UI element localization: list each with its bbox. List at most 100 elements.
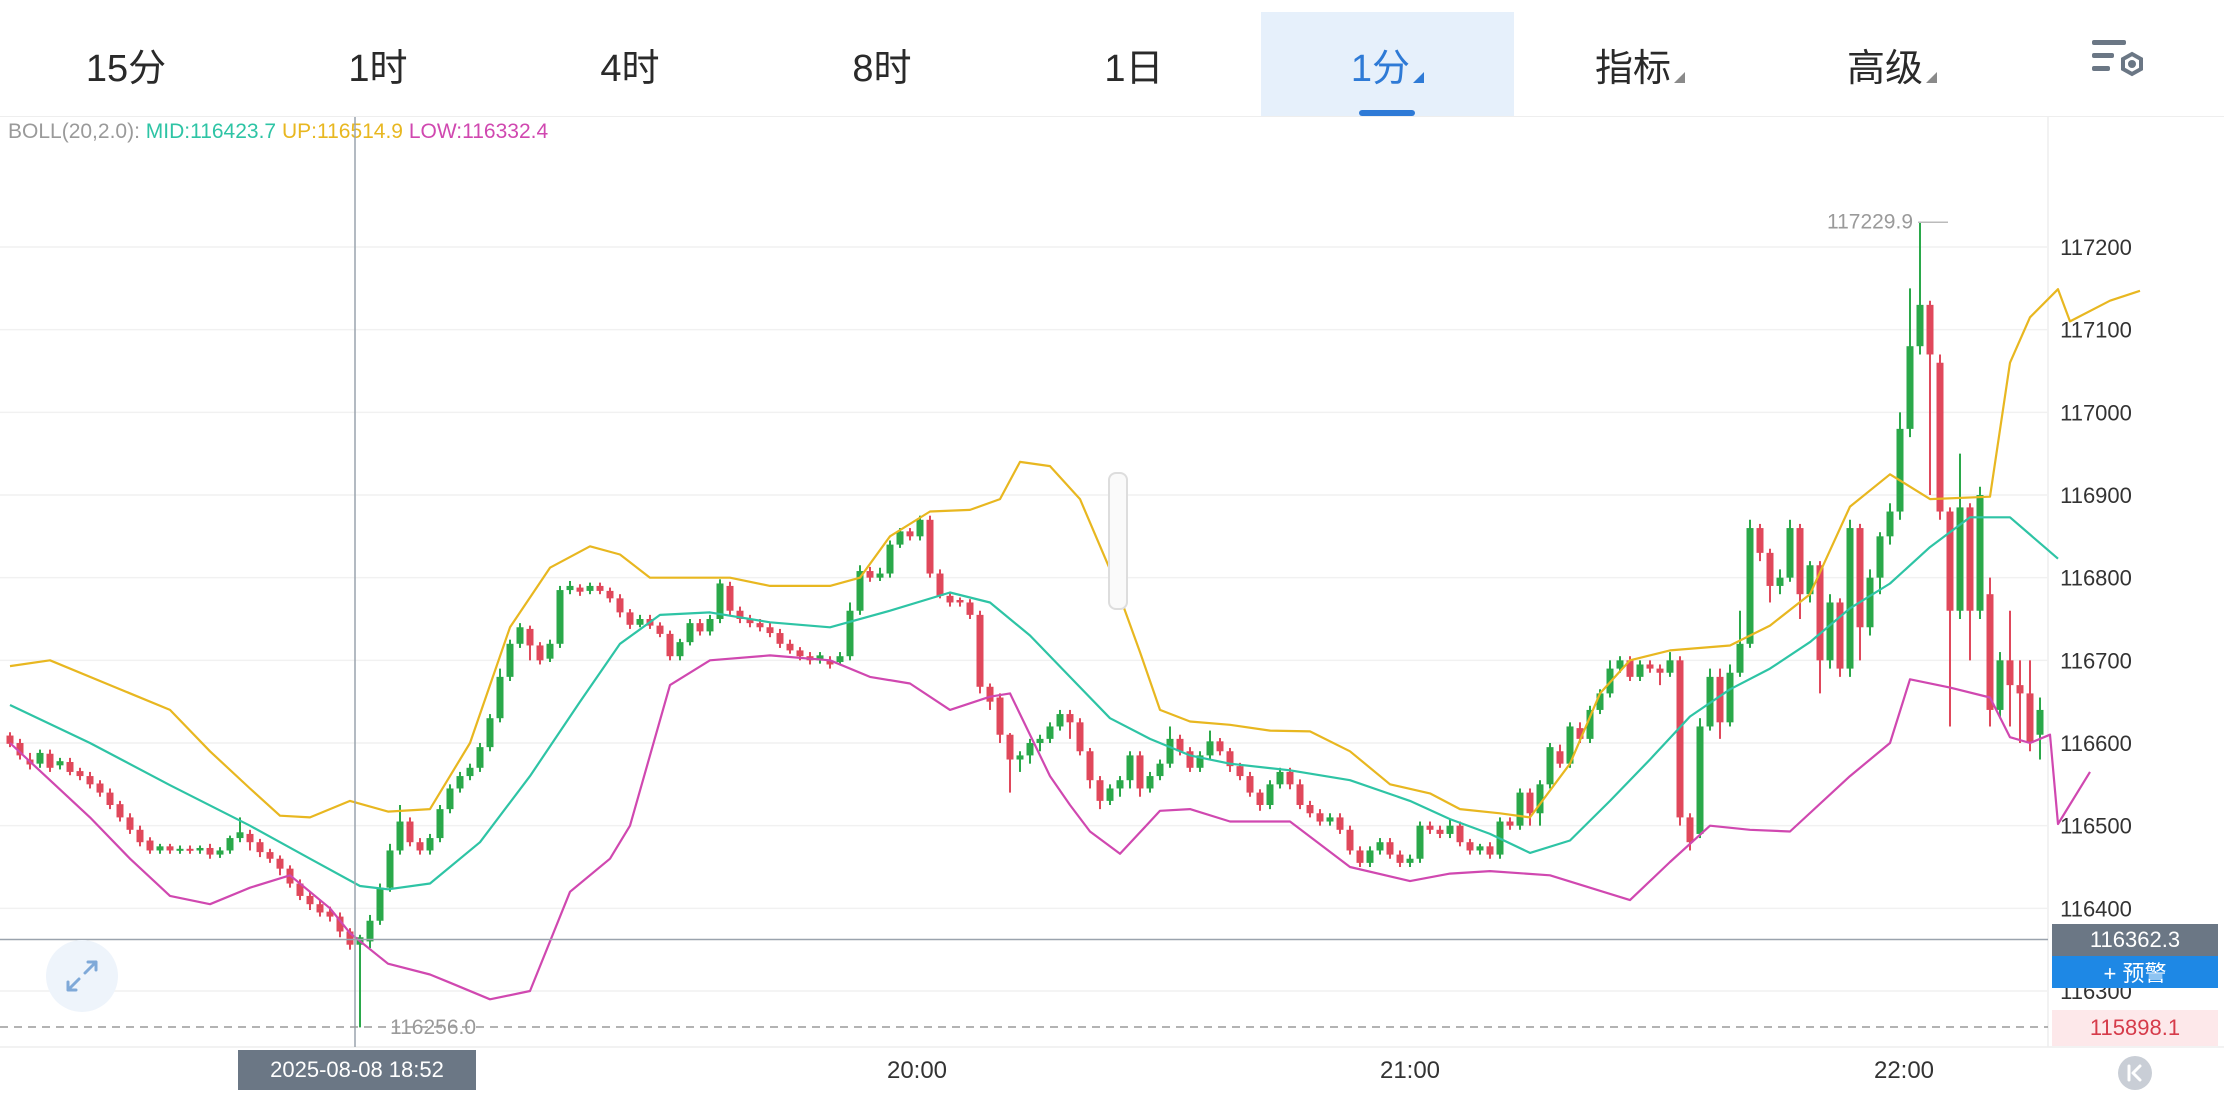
candle-body [1756, 528, 1764, 553]
candle-body [1746, 528, 1754, 644]
scroll-to-latest-icon[interactable] [2118, 1056, 2152, 1090]
tab-15m[interactable]: 15分 [0, 12, 252, 116]
candle-body [1856, 528, 1864, 628]
candle-body [786, 643, 794, 651]
candle-body [1216, 741, 1224, 752]
candle-body [1446, 825, 1454, 834]
candle-body [896, 531, 904, 545]
price-tick-label: 117100 [2060, 318, 2132, 343]
candle-body [1076, 722, 1084, 752]
candle-body [626, 612, 634, 625]
candle-body [2036, 709, 2044, 735]
candle-body [1086, 751, 1094, 781]
candle-body [556, 590, 564, 644]
candle-body [1406, 858, 1414, 863]
candle-body [116, 804, 124, 818]
candle-body [1066, 714, 1074, 723]
candle-body [1476, 846, 1484, 851]
candle-body [536, 645, 544, 661]
candle-body [486, 718, 494, 748]
candle-body [1416, 825, 1424, 859]
candle-body [376, 887, 384, 921]
candle-body [1636, 664, 1644, 677]
tab-1h[interactable]: 1时 [252, 12, 504, 116]
time-tick-label: 22:00 [1874, 1057, 1934, 1084]
candle-body [1526, 792, 1534, 814]
candle-body [1426, 825, 1434, 830]
candle-body [1976, 495, 1984, 611]
candle-body [616, 598, 624, 613]
candle-body [1556, 751, 1564, 764]
candle-body [1146, 776, 1154, 789]
candle-body [696, 623, 704, 632]
candle-body [686, 623, 694, 643]
candle-body [576, 587, 584, 592]
tab-advanced[interactable]: 高级 [1766, 12, 2018, 116]
chart-overlay: 117229.9 116256.0 [0, 117, 2048, 1047]
candle-body [1106, 788, 1114, 801]
candle-body [226, 838, 234, 851]
candle-body [1736, 643, 1744, 673]
candle-body [946, 595, 954, 603]
tab-1m[interactable]: 1分 [1261, 12, 1514, 116]
candle-body [1116, 780, 1124, 789]
candle-body [1006, 734, 1014, 760]
candle-body [406, 821, 414, 843]
candle-body [86, 776, 94, 785]
candle-body [1026, 743, 1034, 756]
price-tick-label: 117000 [2060, 400, 2132, 425]
candle-body [416, 842, 424, 851]
tab-8h[interactable]: 8时 [756, 12, 1008, 116]
add-price-alert-button[interactable]: + 预警 [2052, 956, 2218, 988]
candle-body [1666, 660, 1674, 673]
price-tick-label: 116700 [2060, 648, 2132, 673]
candle-body [936, 573, 944, 596]
candle-body [926, 519, 934, 574]
candle-body [316, 904, 324, 913]
candle-body [966, 602, 974, 615]
candle-body [1726, 672, 1734, 723]
candle-body [666, 633, 674, 657]
candle-body [496, 676, 504, 719]
candle-body [1686, 817, 1694, 843]
candle-body [1716, 676, 1724, 723]
candle-body [1926, 304, 1934, 355]
candle-body [1996, 660, 2004, 710]
tab-label: 4时 [600, 47, 660, 90]
candle-body [186, 848, 194, 851]
candle-body [1546, 747, 1554, 785]
candle-body [546, 643, 554, 659]
candle-body [1456, 825, 1464, 843]
high-price-annotation: 117229.9 [1827, 210, 1913, 233]
tab-label: 1分 [1350, 47, 1411, 90]
candle-body [566, 585, 574, 591]
fullscreen-expand-icon[interactable] [46, 940, 118, 1012]
candle-body [476, 747, 484, 768]
tab-label: 1时 [348, 47, 408, 90]
candle-body [906, 531, 914, 537]
timeframe-tab-bar: 15分 1时 4时 8时 1日 1分 指标 高级 [0, 0, 2224, 117]
candle-body [1286, 771, 1294, 785]
candle-body [1836, 602, 1844, 669]
tab-label: 高级 [1846, 47, 1923, 90]
candle-body [46, 753, 54, 768]
tab-indicators[interactable]: 指标 [1514, 12, 1766, 116]
candle-body [146, 840, 154, 851]
candle-body [756, 623, 764, 628]
chart-scroll-handle[interactable] [1108, 472, 1128, 610]
candle-body [96, 783, 104, 793]
candle-body [526, 628, 534, 646]
candle-body [1676, 660, 1684, 818]
candle-body [506, 643, 514, 677]
tab-1d[interactable]: 1日 [1008, 12, 1260, 116]
candle-body [436, 809, 444, 839]
candle-body [266, 852, 274, 859]
candle-body [1246, 776, 1254, 793]
candle-body [1046, 726, 1054, 739]
candle-body [886, 544, 894, 574]
candle-body [996, 697, 1004, 735]
candle-body [776, 633, 784, 644]
price-tick-label: 116900 [2060, 483, 2132, 508]
chart-settings-icon[interactable] [2090, 36, 2150, 86]
tab-4h[interactable]: 4时 [504, 12, 756, 116]
